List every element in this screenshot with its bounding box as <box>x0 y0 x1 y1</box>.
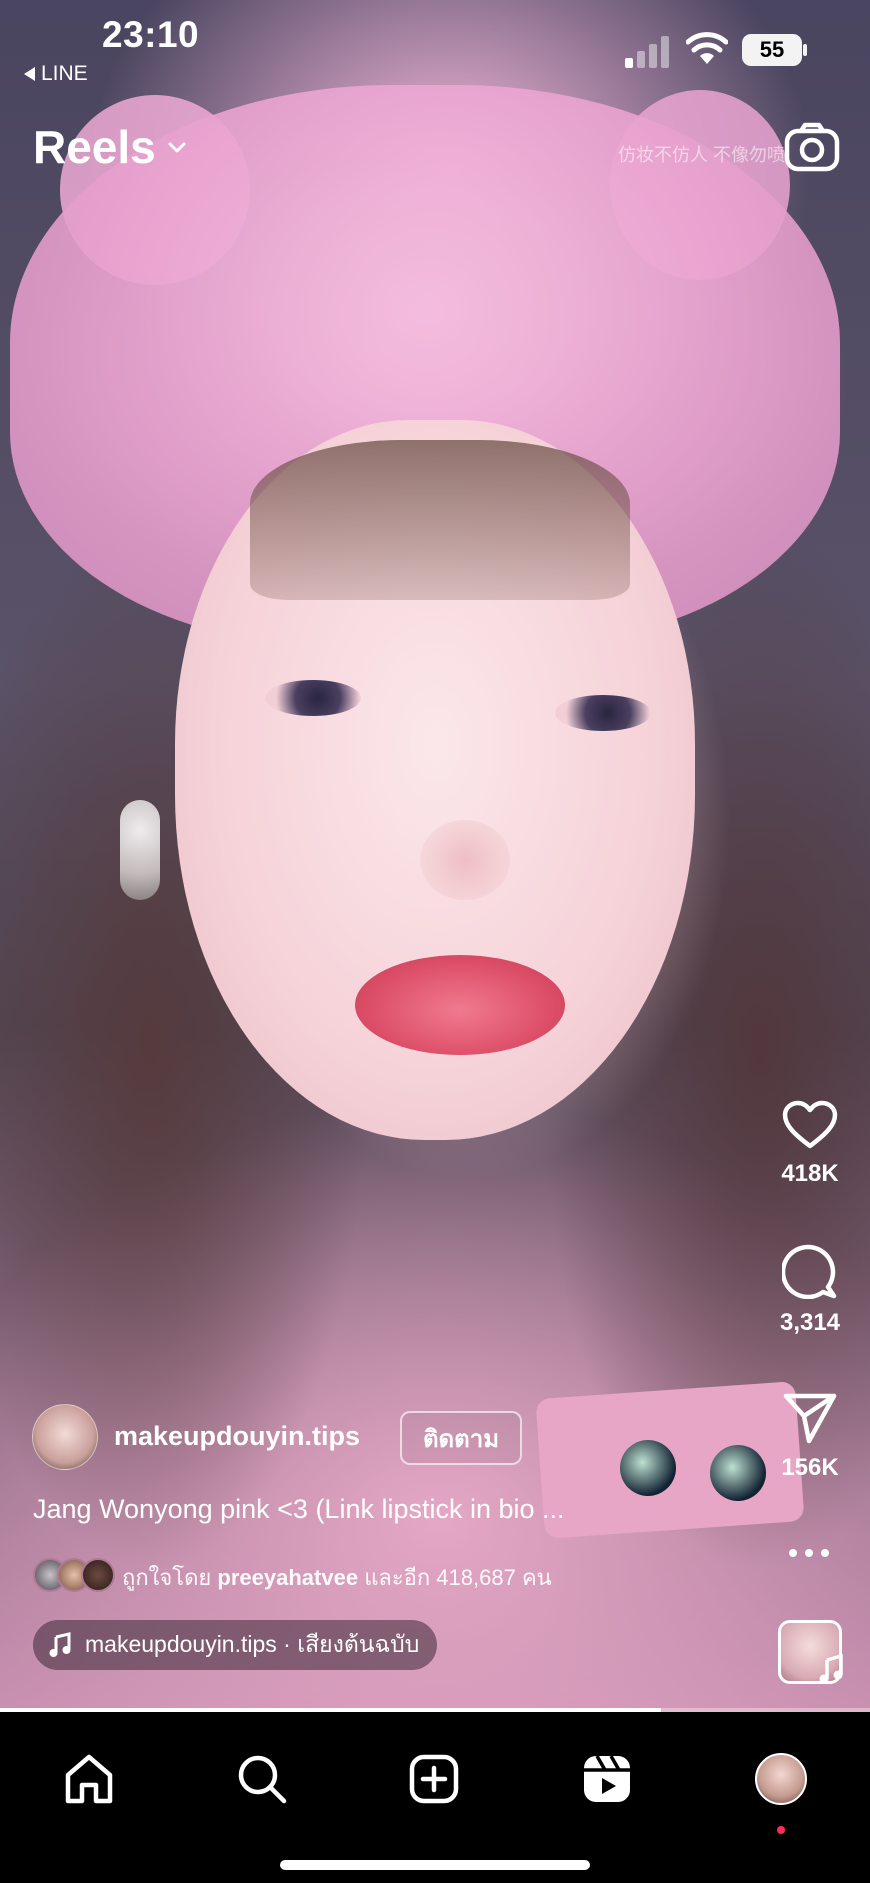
like-count: 418K <box>781 1160 839 1187</box>
plus-square-icon <box>409 1754 459 1804</box>
nose <box>420 820 510 900</box>
back-arrow-icon <box>24 67 35 81</box>
home-icon <box>65 1754 113 1804</box>
home-indicator[interactable] <box>280 1860 590 1870</box>
reels-title-dropdown[interactable]: Reels <box>33 120 188 174</box>
comment-count: 3,314 <box>779 1309 841 1336</box>
tab-reels[interactable] <box>578 1750 636 1808</box>
search-icon <box>238 1755 287 1804</box>
liked-by-avatars[interactable] <box>33 1558 115 1592</box>
chevron-down-icon <box>168 142 186 153</box>
camera-icon[interactable] <box>784 122 840 172</box>
lips <box>355 955 565 1055</box>
notification-dot <box>777 1826 785 1834</box>
comment-button[interactable]: 3,314 <box>760 1243 860 1337</box>
wifi-icon <box>686 32 728 64</box>
post-caption[interactable]: Jang Wonyong pink <3 (Link lipstick in b… <box>33 1494 565 1525</box>
eye-left <box>265 680 361 716</box>
share-button[interactable]: 156K <box>760 1392 860 1482</box>
status-time: 23:10 <box>102 14 200 55</box>
avatar <box>81 1558 115 1592</box>
video-watermark-text: 仿妆不仿人 不像勿喷 <box>618 145 786 165</box>
comment-bubble-icon <box>782 1244 837 1299</box>
liked-by-user[interactable]: preeyahatvee <box>217 1565 358 1590</box>
paper-plane-icon <box>783 1393 837 1444</box>
collar-button <box>620 1440 676 1496</box>
bottom-tab-bar <box>0 1712 870 1883</box>
more-dots-icon[interactable] <box>784 1545 834 1561</box>
liked-by-suffix: และอีก 418,687 คน <box>364 1565 552 1590</box>
tab-search[interactable] <box>233 1750 291 1808</box>
music-note-icon <box>49 1632 71 1657</box>
follow-button[interactable]: ติดตาม <box>400 1411 522 1465</box>
share-count: 156K <box>781 1454 839 1481</box>
tab-profile[interactable] <box>752 1750 810 1808</box>
eye-right <box>555 695 651 731</box>
collar-button <box>710 1445 766 1501</box>
earring <box>120 800 160 900</box>
reels-screen: 23:10 LINE 55 Reels 仿妆不仿人 不像勿喷 418K 3,31… <box>0 0 870 1883</box>
heart-icon <box>782 1100 838 1149</box>
back-app-label: LINE <box>41 62 88 85</box>
liked-by-prefix: ถูกใจโดย <box>122 1565 212 1590</box>
back-to-app-link[interactable]: LINE <box>24 62 88 86</box>
author-avatar[interactable] <box>32 1404 98 1470</box>
author-username[interactable]: makeupdouyin.tips <box>114 1421 360 1452</box>
hair-bangs <box>250 440 630 600</box>
battery-nub <box>803 44 807 56</box>
reels-icon <box>584 1755 630 1802</box>
music-note-icon <box>819 1654 843 1684</box>
like-button[interactable]: 418K <box>760 1100 860 1188</box>
liked-by-text[interactable]: ถูกใจโดย preeyahatvee และอีก 418,687 คน <box>122 1560 552 1595</box>
page-title: Reels <box>33 121 156 173</box>
tab-create[interactable] <box>405 1750 463 1808</box>
tab-home[interactable] <box>60 1750 118 1808</box>
profile-avatar <box>755 1753 807 1805</box>
audio-label: makeupdouyin.tips · เสียงต้นฉบับ <box>85 1631 420 1657</box>
audio-attribution-pill[interactable]: makeupdouyin.tips · เสียงต้นฉบับ <box>33 1620 438 1670</box>
battery-indicator: 55 <box>742 34 802 66</box>
cellular-signal-icon <box>625 36 669 68</box>
